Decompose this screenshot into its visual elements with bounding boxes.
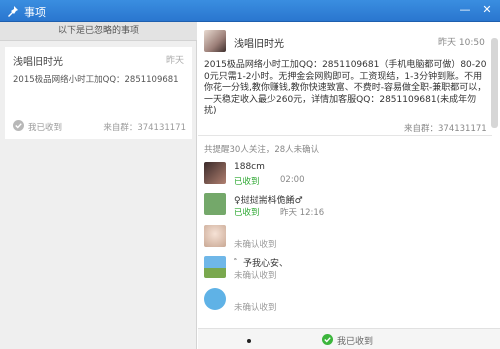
window-title: 事项 (24, 6, 46, 19)
member-name: 188cm (234, 162, 265, 172)
check-circle-icon (13, 120, 24, 131)
member-avatar[interactable] (204, 225, 226, 247)
member-status: 已收到 (234, 177, 260, 187)
member-time: 02:00 (280, 175, 305, 185)
sender-name: 浅唱旧时光 (234, 39, 284, 50)
close-button[interactable]: ✕ (480, 3, 494, 17)
member-row: ゛予我心安、 未确认收到 (204, 256, 484, 282)
ignored-item-time: 昨天 (165, 56, 184, 66)
ignored-header: 以下是已忽略的事项 (0, 22, 197, 41)
minimize-button[interactable]: — (458, 3, 472, 17)
ignored-item-text: 2015极品网络小时工加QQ：2851109681 (13, 75, 179, 85)
member-row: ♀挝挝耑枓佹餚♂ 已收到 昨天 12:16 (204, 193, 484, 219)
pin-icon[interactable] (7, 5, 19, 17)
source-group: 来自群：374131171 (404, 124, 487, 134)
member-time: 昨天 12:16 (280, 208, 325, 218)
confirm-button[interactable]: 我已收到 (337, 334, 373, 347)
reminder-summary: 共提醒30人关注，28人未确认 (204, 145, 320, 155)
item-detail-panel: 浅唱旧时光 昨天 10:50 2015极品网络小时工加QQ：2851109681… (198, 22, 500, 349)
member-status: 已收到 (234, 208, 260, 218)
member-status: 未确认收到 (234, 303, 277, 313)
ignored-item-card[interactable]: 浅唱旧时光 昨天 2015极品网络小时工加QQ：2851109681 我已收到 … (5, 47, 192, 139)
ignored-item-sender: 浅唱旧时光 (13, 57, 63, 68)
ignored-items-panel: 以下是已忽略的事项 浅唱旧时光 昨天 2015极品网络小时工加QQ：285110… (0, 22, 197, 349)
member-status: 未确认收到 (234, 271, 277, 281)
title-bar: 事项 — ✕ (0, 0, 500, 22)
divider (198, 135, 492, 136)
ignored-item-status: 我已收到 (28, 123, 63, 133)
member-avatar[interactable] (204, 193, 226, 215)
message-body: 2015极品网络小时工加QQ：2851109681（手机电脑都可做）80-200… (204, 60, 487, 116)
message-time: 昨天 10:50 (438, 38, 485, 48)
sender-avatar[interactable] (204, 30, 226, 52)
ignored-item-group: 来自群：374131171 (103, 123, 186, 133)
member-status: 未确认收到 (234, 240, 277, 250)
scrollbar[interactable] (491, 30, 498, 330)
member-avatar[interactable] (204, 162, 226, 184)
member-avatar[interactable] (204, 288, 226, 310)
member-row: 188cm 已收到 02:00 (204, 162, 484, 188)
member-name: ゛予我心安、 (234, 259, 289, 269)
member-row: 未确认收到 (204, 225, 484, 251)
check-circle-icon (322, 334, 333, 345)
scrollbar-thumb[interactable] (491, 38, 498, 128)
member-avatar[interactable] (204, 256, 226, 278)
page-dot (247, 339, 251, 343)
member-name: ♀挝挝耑枓佹餚♂ (234, 196, 303, 206)
member-row: 未确认收到 (204, 288, 484, 314)
confirm-footer[interactable]: 我已收到 (198, 328, 500, 349)
